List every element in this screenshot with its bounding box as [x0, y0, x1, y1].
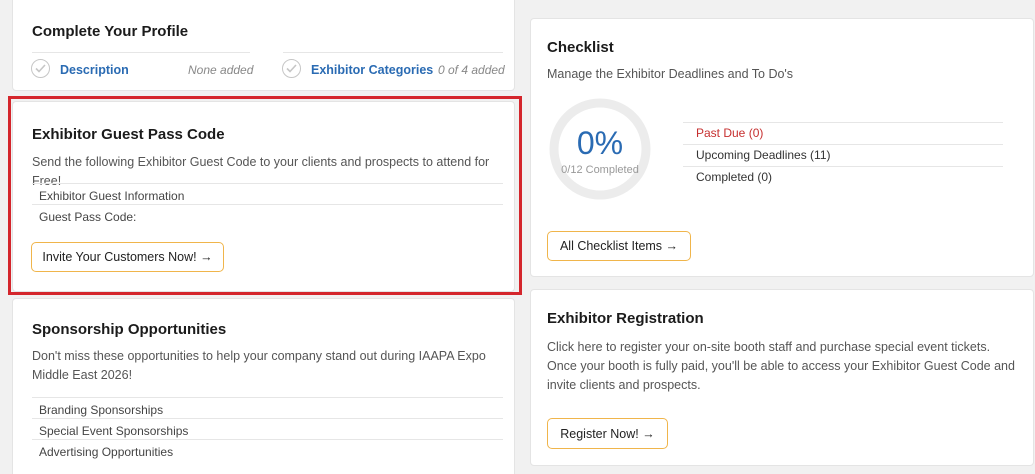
status-divider-2 [683, 144, 1003, 145]
sponsorship-title: Sponsorship Opportunities [32, 321, 227, 338]
completed-status[interactable]: Completed (0) [696, 170, 772, 184]
categories-status: 0 of 4 added [438, 63, 505, 77]
advertising-opportunities-item[interactable]: Advertising Opportunities [32, 439, 503, 464]
profile-title: Complete Your Profile [32, 23, 189, 40]
profile-divider-2 [283, 52, 503, 53]
description-link[interactable]: Description [60, 63, 129, 77]
all-checklist-items-button[interactable]: All Checklist Items → [547, 231, 691, 261]
progress-percent: 0% [576, 125, 624, 161]
registration-title: Exhibitor Registration [547, 310, 704, 327]
progress-completed-text: 0/12 Completed [561, 164, 639, 176]
upcoming-deadlines-status[interactable]: Upcoming Deadlines (11) [696, 148, 831, 162]
status-divider-top [683, 122, 1003, 123]
guest-pass-code-row: Guest Pass Code: [32, 204, 503, 229]
guest-pass-title: Exhibitor Guest Pass Code [32, 126, 225, 143]
sponsorship-card: Sponsorship Opportunities Don't miss the… [12, 298, 515, 474]
profile-divider-1 [32, 52, 250, 53]
checklist-card: Checklist Manage the Exhibitor Deadlines… [530, 18, 1034, 277]
register-now-button[interactable]: Register Now! → [547, 418, 668, 449]
description-status: None added [188, 63, 254, 77]
categories-check-icon [282, 59, 301, 78]
guest-pass-card: Exhibitor Guest Pass Code Send the follo… [12, 101, 515, 292]
profile-card: Complete Your Profile Description None a… [12, 0, 515, 91]
exhibitor-categories-link[interactable]: Exhibitor Categories [311, 63, 433, 77]
checklist-description: Manage the Exhibitor Deadlines and To Do… [547, 67, 794, 81]
invite-customers-button[interactable]: Invite Your Customers Now! → [31, 242, 224, 272]
registration-description: Click here to register your on-site boot… [547, 340, 1015, 392]
progress-ring: 0% 0/12 Completed [548, 97, 652, 201]
registration-card: Exhibitor Registration Click here to reg… [530, 289, 1034, 466]
sponsorship-description: Don't miss these opportunities to help y… [32, 349, 486, 382]
checklist-title: Checklist [547, 39, 614, 56]
status-divider-3 [683, 166, 1003, 167]
description-check-icon [31, 59, 50, 78]
past-due-status[interactable]: Past Due (0) [696, 126, 763, 140]
